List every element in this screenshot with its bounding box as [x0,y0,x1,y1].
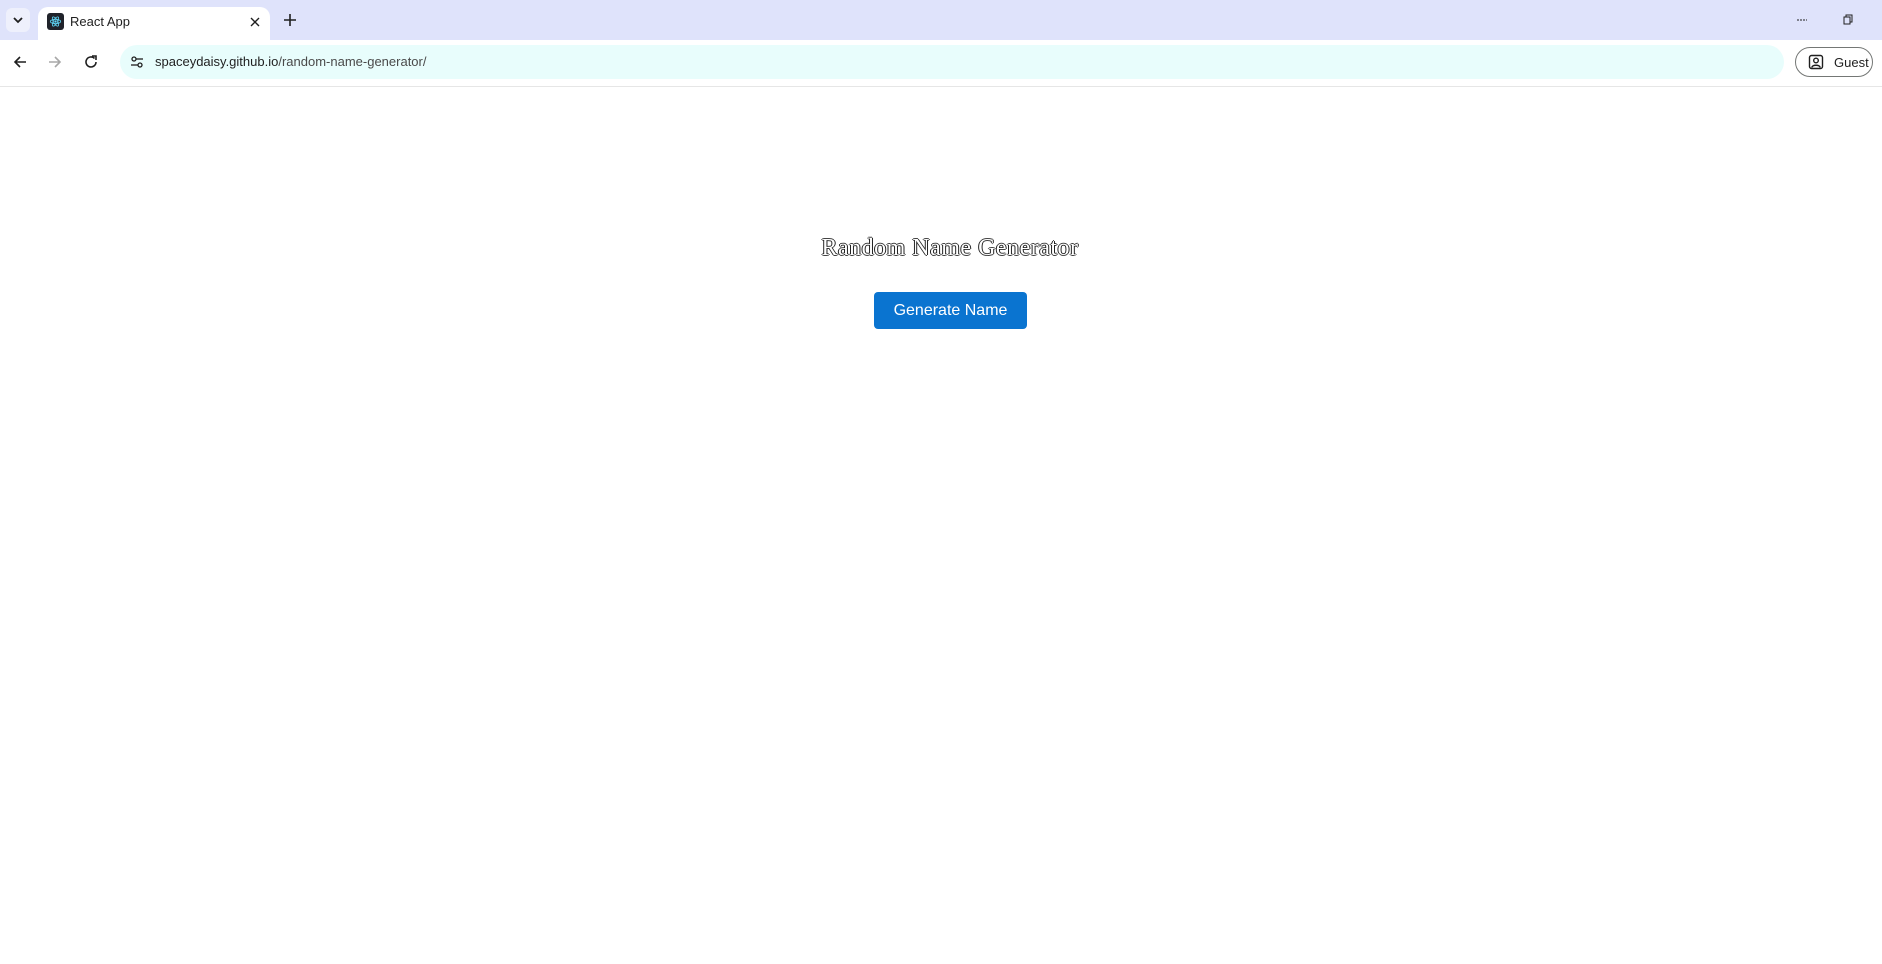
browser-tab-active[interactable]: React App [38,7,270,40]
tab-strip: React App [0,0,1882,40]
close-tab-button[interactable] [246,13,264,31]
browser-toolbar: spaceydaisy.github.io/random-name-genera… [0,40,1882,87]
address-bar[interactable]: spaceydaisy.github.io/random-name-genera… [120,45,1784,79]
arrow-left-icon [13,56,26,68]
profile-button[interactable]: Guest [1795,47,1873,77]
minimize-window-button[interactable] [1792,10,1812,30]
url-path: /random-name-generator/ [278,54,427,69]
new-tab-button[interactable] [278,8,302,32]
restore-icon [1843,14,1853,25]
page-title: Random Name Generator [821,235,1079,261]
site-info-icon[interactable] [128,53,146,71]
tab-title: React App [70,14,130,29]
profile-icon [1808,54,1824,70]
arrow-right-icon [49,56,62,68]
restore-window-button[interactable] [1838,10,1858,30]
page-content: Random Name Generator Generate Name [0,87,1882,964]
url-text[interactable]: spaceydaisy.github.io/random-name-genera… [155,54,426,69]
generate-name-button[interactable]: Generate Name [874,292,1027,329]
forward-button[interactable] [43,50,67,74]
minimize-icon [1797,19,1807,21]
reload-icon [85,55,97,68]
reload-button[interactable] [79,50,103,74]
react-logo-icon [47,13,64,30]
profile-label: Guest [1834,55,1869,70]
tab-search-button[interactable] [6,8,30,32]
url-host: spaceydaisy.github.io [155,54,279,69]
chevron-down-icon [13,17,23,24]
back-button[interactable] [8,50,32,74]
close-icon [250,17,260,27]
plus-icon [284,14,296,26]
